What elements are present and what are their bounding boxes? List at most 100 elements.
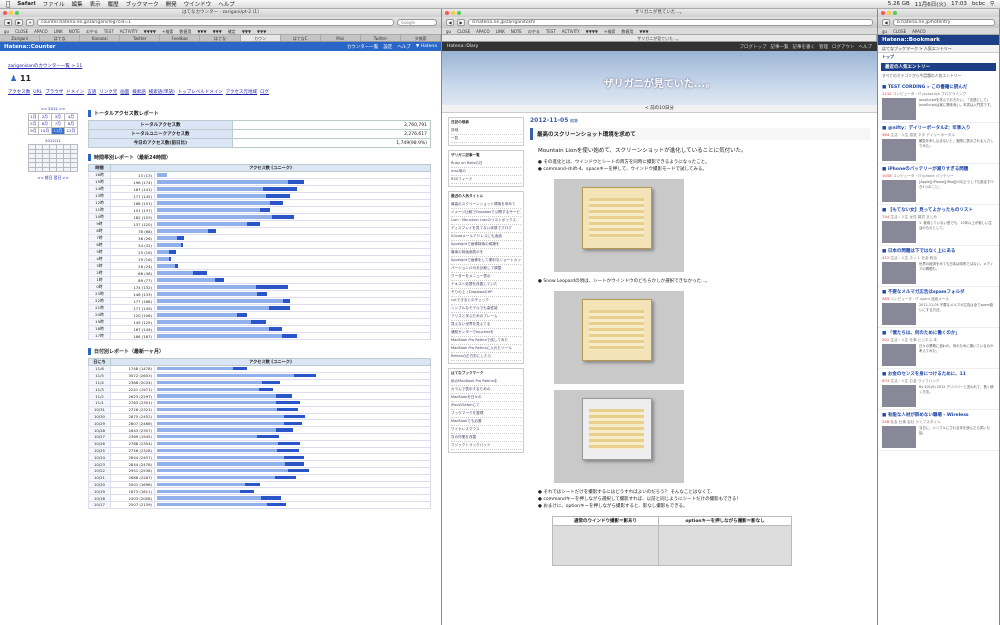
bookmark-count[interactable]: 564	[882, 132, 889, 137]
pager[interactable]: < 前の10日分	[442, 105, 877, 113]
bookmark-header[interactable]: Hatena::Bookmark	[878, 35, 999, 45]
bookmark-item[interactable]: のやる	[86, 28, 98, 34]
bookmark-item[interactable]: ▼▼▼	[242, 28, 251, 34]
month-cell[interactable]: 2月	[37, 113, 52, 121]
sidebar-item[interactable]: cutできまとのチェック	[451, 297, 521, 305]
menu-history[interactable]: 履歴	[108, 0, 119, 8]
bookmark-breadcrumb[interactable]: はてなブックマーク > 人気エントリー	[878, 45, 999, 53]
spotlight-icon[interactable]: ⚲	[990, 1, 994, 7]
header-link[interactable]: 管理	[819, 44, 828, 50]
day-nav[interactable]: << 前日 翌日 >>	[28, 175, 78, 181]
report-link[interactable]: トップレベルドメイン	[178, 90, 223, 95]
calendar-day[interactable]	[63, 166, 71, 172]
header-link-help[interactable]: ヘルプ	[397, 44, 411, 50]
post-title[interactable]: 最高のスクリーンショット環境を求めて	[530, 128, 870, 140]
calendar-day[interactable]	[42, 166, 50, 172]
month-cell[interactable]: 4月	[63, 113, 79, 121]
sidebar-item[interactable]: テキスト処理を改善していた	[451, 281, 521, 289]
month-cell[interactable]: 12月	[63, 127, 79, 135]
tab-item[interactable]: はてな	[40, 35, 81, 41]
entry-title[interactable]: ■ 「僕たちは、何のために働くのか」	[882, 330, 995, 336]
entry-title[interactable]: ■ 不要なメルマガ広告はspamフォルダ	[882, 289, 995, 295]
bookmark-item[interactable]: +検索	[162, 28, 173, 34]
entry-title[interactable]: ■ TEST CORDING » この書籍に読んだ	[882, 84, 995, 90]
back-button[interactable]: ◀	[446, 19, 454, 26]
entry-thumbnail[interactable]	[882, 221, 916, 243]
tab-diary[interactable]: ザリガニが見ていた...。	[442, 35, 877, 41]
entry-title[interactable]: ■ お金のセンスを身につけるために、11	[882, 371, 995, 377]
sidebar-item[interactable]: Spotlightで画像検索の候補を	[451, 241, 521, 249]
bookmark-item[interactable]: TEST	[546, 28, 556, 34]
brand-logo[interactable]: Hatena::Counter	[4, 44, 55, 50]
menu-edit[interactable]: 編集	[72, 0, 83, 8]
calendar-day[interactable]	[35, 166, 43, 172]
entry-thumbnail[interactable]	[882, 98, 916, 120]
header-link[interactable]: ヘルプ	[859, 44, 873, 50]
entry-title[interactable]: ■ iPhoneのバッテリーが減りすぎる問題	[882, 166, 995, 172]
month-cell[interactable]: 3月	[50, 113, 65, 121]
sidebar-item[interactable]: 私のMacBook Pro Retinaを	[451, 378, 521, 386]
report-link[interactable]: ブラウザ	[45, 90, 63, 95]
back-button[interactable]: ◀	[4, 19, 12, 26]
bookmark-item[interactable]: ▼▼▼	[257, 28, 266, 34]
bookmark-item[interactable]: gu	[446, 28, 451, 34]
sidebar-item[interactable]: 詳細	[451, 127, 521, 135]
bookmark-item[interactable]: LINK	[54, 28, 63, 34]
minimize-icon[interactable]	[9, 11, 13, 15]
month-cell[interactable]: 9月	[28, 127, 39, 135]
bookmark-item[interactable]: APACO	[34, 28, 48, 34]
bookmark-count[interactable]: 389	[882, 296, 889, 301]
sidebar-item[interactable]: 通知センターでtouchesを	[451, 329, 521, 337]
entry-title[interactable]: ■ 日本の問題は下ではなく上にある	[882, 248, 995, 254]
bookmark-item[interactable]: ▼▼▼	[197, 28, 206, 34]
zoom-icon[interactable]	[457, 11, 461, 15]
month-cell[interactable]: 11月	[50, 127, 65, 135]
tab-item[interactable]: Feedbac	[160, 35, 201, 41]
zoom-icon[interactable]	[15, 11, 19, 15]
bookmark-item[interactable]: ▼▼▼	[213, 28, 222, 34]
header-link[interactable]: ブログトップ	[740, 44, 767, 50]
sidebar-item[interactable]: そりの上 | DropboxのHP	[451, 289, 521, 297]
bookmark-item[interactable]: 確定	[228, 28, 236, 34]
tab-item[interactable]: Kanazai	[80, 35, 121, 41]
forward-button[interactable]: ▶	[457, 19, 465, 26]
menu-window[interactable]: ウインドウ	[184, 0, 212, 8]
tab-item[interactable]: タ検索	[401, 35, 441, 41]
tab-item[interactable]: はてなC	[281, 35, 321, 41]
counter-titlebar[interactable]: はてなカウンター - zarigani/pt-2 (1)	[0, 9, 441, 17]
report-link[interactable]: 画面	[120, 90, 129, 95]
header-link-counters[interactable]: カウンター一覧	[347, 44, 379, 50]
minimize-icon[interactable]	[451, 11, 455, 15]
sidebar-item[interactable]: マジックトラックパッド	[451, 442, 521, 450]
bookmark-item[interactable]: ▼▼▼▼	[144, 28, 156, 34]
tab-item[interactable]: Zarigani	[0, 35, 41, 41]
menu-app-name[interactable]: Safari	[17, 1, 35, 7]
sidebar-item[interactable]: Spotlightで画像をして便利なショートカット	[451, 257, 521, 265]
entry-thumbnail[interactable]	[882, 385, 916, 407]
sidebar-item[interactable]: RSSフィード	[451, 176, 521, 184]
calendar-day[interactable]	[28, 166, 36, 172]
header-link-settings[interactable]: 設定	[383, 44, 392, 50]
sidebar-item[interactable]: ブックマークを整理	[451, 410, 521, 418]
post-date[interactable]: 2012-11-05	[530, 117, 568, 124]
sidebar-item[interactable]: ディスプレイを見てない状態でブログ	[451, 225, 521, 233]
month-cell[interactable]: 5月	[28, 120, 39, 128]
month-cell[interactable]: 10月	[37, 127, 52, 135]
edit-link[interactable]: 編集	[570, 118, 578, 123]
forward-button[interactable]: ▶	[15, 19, 23, 26]
bookmark-count[interactable]: 502	[882, 337, 889, 342]
bookmark-item[interactable]: ▼▼▼▼	[586, 28, 598, 34]
bookmark-item[interactable]: NOTE	[69, 28, 80, 34]
sidebar-item[interactable]: 次の作業を改善	[451, 434, 521, 442]
report-link[interactable]: ログ	[260, 90, 269, 95]
address-bar[interactable]: d.hatena.ne.jp/zariganitosh/	[468, 19, 873, 26]
calendar-day[interactable]	[70, 166, 78, 172]
tab-item[interactable]: はてな	[200, 35, 241, 41]
bookmark-count[interactable]: 298	[882, 419, 889, 424]
diary-brand[interactable]: Hatena::Diary	[447, 44, 478, 49]
sidebar-item[interactable]: ワイヤレスマウス	[451, 426, 521, 434]
report-link[interactable]: 検索語	[132, 90, 146, 95]
report-link[interactable]: アクセス元地域	[226, 90, 257, 95]
report-link[interactable]: 言語	[87, 90, 96, 95]
back-button[interactable]: ◀	[882, 19, 890, 26]
